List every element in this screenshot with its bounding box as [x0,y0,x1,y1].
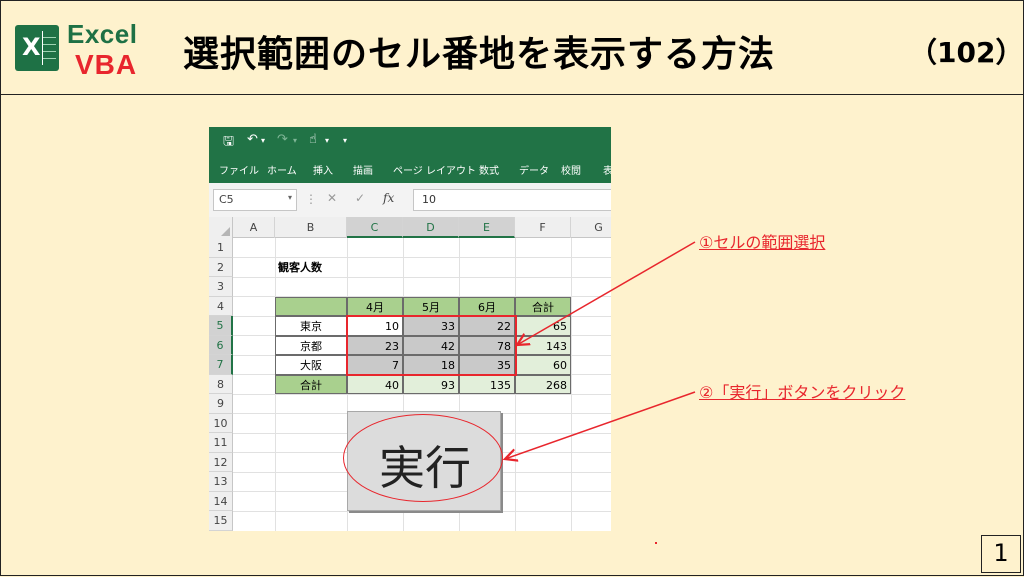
row-header-13[interactable]: 13 [209,472,233,492]
table-header-cell[interactable]: 4月 [347,296,403,316]
gridline [571,238,572,531]
row-header-8[interactable]: 8 [209,374,233,394]
column-header-a[interactable]: A [233,217,275,238]
row-header-12[interactable]: 12 [209,452,233,472]
stray-dot [655,542,657,544]
slide-title: 選択範囲のセル番地を表示する方法 [183,34,776,75]
table-cell[interactable]: 42 [403,335,459,355]
tab-file[interactable]: ファイル [219,162,259,177]
undo-dropdown-icon[interactable]: ▾ [261,136,265,145]
table-cell[interactable]: 23 [347,335,403,355]
table-total-cell[interactable]: 93 [403,374,459,394]
formula-bar-buttons: ✕ ✓ fx [319,191,411,211]
formula-bar-separator-icon: ⋮ [305,192,317,206]
tab-formulas[interactable]: 数式 [479,162,499,177]
excel-icon: X [15,25,59,71]
save-icon[interactable]: 🖫 [223,132,234,154]
execute-button-label: 実行 [379,441,471,495]
name-box-value: C5 [219,193,234,206]
touch-mode-icon[interactable]: ☝ [309,132,317,147]
table-header-cell[interactable]: 5月 [403,296,459,316]
execute-button[interactable]: 実行 [347,411,501,511]
row-header-14[interactable]: 14 [209,491,233,511]
name-box-dropdown-icon[interactable]: ▾ [288,193,292,202]
row-header-10[interactable]: 10 [209,413,233,433]
sheet-title-cell[interactable]: 観客人数 [275,258,365,278]
column-header-d[interactable]: D [403,217,459,238]
insert-function-icon[interactable]: fx [383,191,394,205]
column-header-e[interactable]: E [459,217,515,238]
name-box[interactable]: C5 ▾ [213,189,297,211]
logo-vba-text: VBA [75,49,138,80]
logo-excel-text: Excel [67,19,138,49]
tab-data[interactable]: データ [519,162,549,177]
tab-review[interactable]: 校閲 [561,162,581,177]
table-cell[interactable]: 東京 [275,316,347,336]
table-cell[interactable]: 10 [347,316,403,336]
column-header-c[interactable]: C [347,217,403,238]
column-header-g[interactable]: G [571,217,611,238]
quick-access-toolbar: 🖫 ↶ ▾ ↷ ▾ ☝ ▾ ▾ [209,127,611,155]
table-cell[interactable]: 35 [459,355,515,375]
table-cell[interactable]: 65 [515,316,571,336]
table-total-cell[interactable]: 268 [515,374,571,394]
column-header-b[interactable]: B [275,217,347,238]
undo-icon[interactable]: ↶ [247,132,258,147]
row-header-15[interactable]: 15 [209,511,233,531]
ribbon-tabs: ファイル ホーム 挿入 描画 ページ レイアウト 数式 データ 校閲 表 [209,155,611,183]
row-header-7[interactable]: 7 [209,355,233,375]
row-header-3[interactable]: 3 [209,277,233,297]
table-cell[interactable]: 京都 [275,335,347,355]
row-header-6[interactable]: 6 [209,335,233,355]
page-number: 1 [981,535,1021,573]
select-all-corner[interactable] [209,217,233,238]
row-header-9[interactable]: 9 [209,394,233,414]
table-header-cell[interactable] [275,296,347,316]
table-cell[interactable]: 18 [403,355,459,375]
formula-input[interactable]: 10 [413,189,611,211]
episode-number: （102） [909,36,1024,69]
table-total-cell[interactable]: 40 [347,374,403,394]
enter-icon[interactable]: ✓ [355,191,365,205]
table-total-cell[interactable]: 135 [459,374,515,394]
tab-draw[interactable]: 描画 [353,162,373,177]
table-header-cell[interactable]: 合計 [515,296,571,316]
annotation-step1: ①セルの範囲選択 [699,233,826,252]
row-header-5[interactable]: 5 [209,316,233,336]
tab-view[interactable]: 表 [603,162,611,177]
table-cell[interactable]: 78 [459,335,515,355]
table-header-cell[interactable]: 6月 [459,296,515,316]
slide: X Excel VBA 選択範囲のセル番地を表示する方法 （102） 🖫 ↶ ▾… [0,0,1024,576]
excel-vba-logo: X Excel VBA [15,15,143,87]
tab-insert[interactable]: 挿入 [313,162,333,177]
slide-header: X Excel VBA 選択範囲のセル番地を表示する方法 （102） [1,1,1024,95]
row-header-11[interactable]: 11 [209,433,233,453]
column-header-f[interactable]: F [515,217,571,238]
row-header-4[interactable]: 4 [209,296,233,316]
annotation-step2: ②「実行」ボタンをクリック [699,383,906,402]
redo-dropdown-icon[interactable]: ▾ [293,136,297,145]
row-header-2[interactable]: 2 [209,257,233,277]
cancel-icon[interactable]: ✕ [327,191,337,205]
table-total-cell[interactable]: 合計 [275,374,347,394]
customize-qat-icon[interactable]: ▾ [343,136,347,145]
redo-icon[interactable]: ↷ [277,132,288,147]
table-cell[interactable]: 大阪 [275,355,347,375]
table-cell[interactable]: 7 [347,355,403,375]
table-cell[interactable]: 143 [515,335,571,355]
table-cell[interactable]: 22 [459,316,515,336]
tab-home[interactable]: ホーム [267,162,297,177]
formula-value: 10 [422,193,436,206]
row-header-1[interactable]: 1 [209,238,233,258]
table-cell[interactable]: 60 [515,355,571,375]
table-cell[interactable]: 33 [403,316,459,336]
formula-bar: C5 ▾ ⋮ ✕ ✓ fx 10 [209,183,611,217]
touch-dropdown-icon[interactable]: ▾ [325,136,329,145]
column-headers: A B C D E F G [209,217,611,238]
tab-page-layout[interactable]: ページ レイアウト [393,162,476,177]
